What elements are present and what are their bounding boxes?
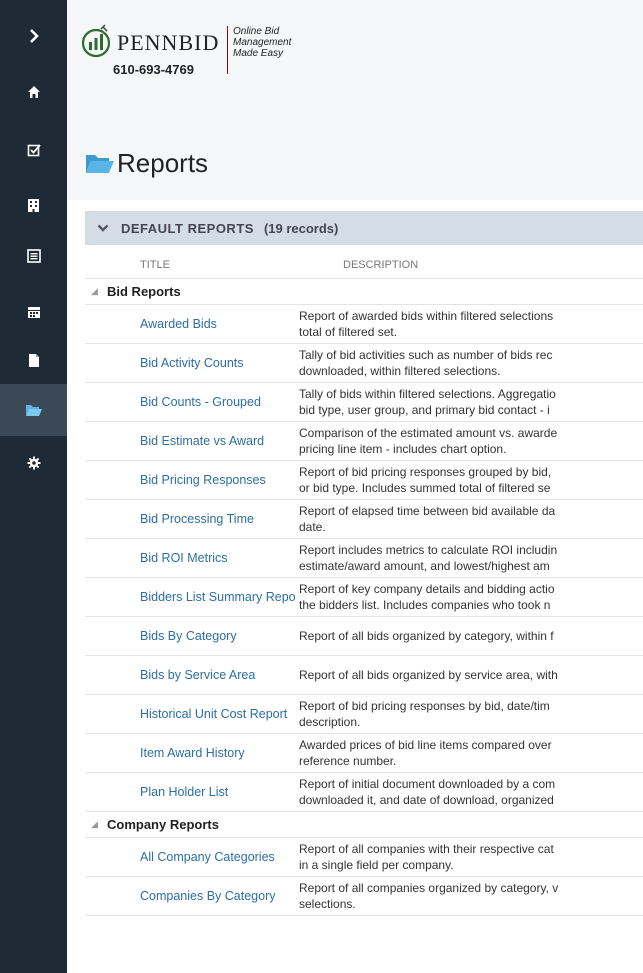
sidebar-item-home[interactable] [0,66,67,118]
reports-table: ◢ Bid Reports Awarded Bids Report of awarde… [85,278,643,916]
chevron-down-icon[interactable] [97,223,109,233]
report-title-link[interactable]: Bid ROI Metrics [85,539,295,577]
report-description: Report of awarded bids within filtered s… [299,309,554,339]
sidebar-item-documents[interactable] [0,334,67,386]
report-description: Report of all bids organized by category… [299,629,554,643]
report-description: Report of all bids organized by service … [299,668,558,682]
page-title: Reports [117,147,209,178]
gear-icon [27,456,40,470]
folder-open-icon [25,405,42,416]
report-description: Tally of bid activities such as number o… [299,348,553,378]
report-description: Comparison of the estimated amount vs. a… [299,426,558,456]
group-row[interactable]: ◢ Bid Reports [85,279,643,305]
report-description: Report includes metrics to calculate ROI… [299,543,558,573]
table-row: Bid Estimate vs Award Comparison of the e… [85,422,643,461]
report-title-link[interactable]: Plan Holder List [85,773,295,811]
report-description: Awarded prices of bid line items compare… [299,738,552,768]
page-title-row: Reports [85,146,208,180]
table-row: Bids By Category Report of all bids organ… [85,617,643,656]
main-content: PENNBID 610-693-4769 Online Bid Manageme… [67,0,643,973]
sidebar-item-calendar[interactable] [0,286,67,338]
sidebar [0,0,67,973]
report-description: Report of all companies with their respe… [299,842,554,872]
table-row: Plan Holder List Report of initial docume… [85,773,643,812]
report-description: Report of elapsed time between bid avail… [299,504,556,534]
brand-phone: 610-693-4769 [113,62,194,77]
report-title-link[interactable]: Bid Estimate vs Award [85,422,295,460]
table-row: Bids by Service Area Report of all bids o… [85,656,643,695]
sidebar-item-tasks[interactable] [0,124,67,176]
collapse-triangle-icon[interactable]: ◢ [91,819,105,830]
column-header-description[interactable]: DESCRIPTION [343,252,418,278]
column-header-title[interactable]: TITLE [140,252,170,278]
report-title-link[interactable]: Bid Processing Time [85,500,295,538]
group-label: Bid Reports [107,284,181,299]
home-icon [27,86,40,98]
table-row: Bid Counts - Grouped Tally of bids within… [85,383,643,422]
table-row: Bid Processing Time Report of elapsed tim… [85,500,643,539]
report-title-link[interactable]: Bids By Category [85,617,295,655]
table-row: Bid Pricing Responses Report of bid prici… [85,461,643,500]
logo-divider [227,26,228,74]
folder-open-icon [86,155,114,173]
table-row: Historical Unit Cost Report Report of bid… [85,695,643,734]
report-title-link[interactable]: Bid Pricing Responses [85,461,295,499]
building-icon [28,198,39,212]
sidebar-item-reports[interactable] [0,384,67,436]
chevron-right-icon [29,29,39,43]
group-row[interactable]: ◢ Company Reports [85,812,643,838]
brand-name: PENNBID [117,30,220,55]
calendar-icon [27,307,40,318]
header-bar: PENNBID 610-693-4769 Online Bid Manageme… [67,0,643,200]
section-record-count: (19 records) [263,220,339,236]
report-description: Tally of bids within filtered selections… [299,387,556,417]
sidebar-item-companies[interactable] [0,179,67,231]
report-title-link[interactable]: Historical Unit Cost Report [85,695,295,733]
report-title-link[interactable]: Awarded Bids [85,305,295,343]
default-reports-section-header[interactable]: DEFAULT REPORTS (19 records) [85,211,643,245]
report-title-link[interactable]: Bid Activity Counts [85,344,295,382]
sidebar-item-settings[interactable] [0,437,67,489]
table-row: Companies By Category Report of all compa… [85,877,643,916]
table-row: Item Award History Awarded prices of bid … [85,734,643,773]
report-title-link[interactable]: Bidders List Summary Report [85,578,295,616]
sidebar-expand-button[interactable] [0,10,67,62]
sidebar-item-lists[interactable] [0,230,67,282]
report-title-link[interactable]: Companies By Category [85,877,295,915]
logo-mark-icon [81,24,111,58]
brand-tagline: Online Bid Management Made Easy [233,26,292,59]
section-title: DEFAULT REPORTS [121,220,254,236]
list-icon [26,249,41,263]
document-icon [28,353,39,367]
report-description: Report of key company details and biddin… [299,582,555,612]
report-title-link[interactable]: Bid Counts - Grouped [85,383,295,421]
report-description: Report of initial document downloaded by… [299,777,556,807]
group-label: Company Reports [107,817,219,832]
collapse-triangle-icon[interactable]: ◢ [91,286,105,297]
report-description: Report of all companies organized by cat… [299,881,559,911]
table-row: Awarded Bids Report of awarded bids withi… [85,305,643,344]
table-row: Bid ROI Metrics Report includes metrics t… [85,539,643,578]
table-row: All Company Categories Report of all comp… [85,838,643,877]
report-title-link[interactable]: Bids by Service Area [85,656,295,694]
report-description: Report of bid pricing responses by bid, … [299,699,550,729]
pennbid-logo[interactable]: PENNBID 610-693-4769 Online Bid Manageme… [79,18,319,98]
report-description: Report of bid pricing responses grouped … [299,465,552,495]
table-row: Bidders List Summary Report Report of key… [85,578,643,617]
report-title-link[interactable]: All Company Categories [85,838,295,876]
table-row: Bid Activity Counts Tally of bid activiti… [85,344,643,383]
report-title-link[interactable]: Item Award History [85,734,295,772]
checkbox-icon [27,144,41,157]
